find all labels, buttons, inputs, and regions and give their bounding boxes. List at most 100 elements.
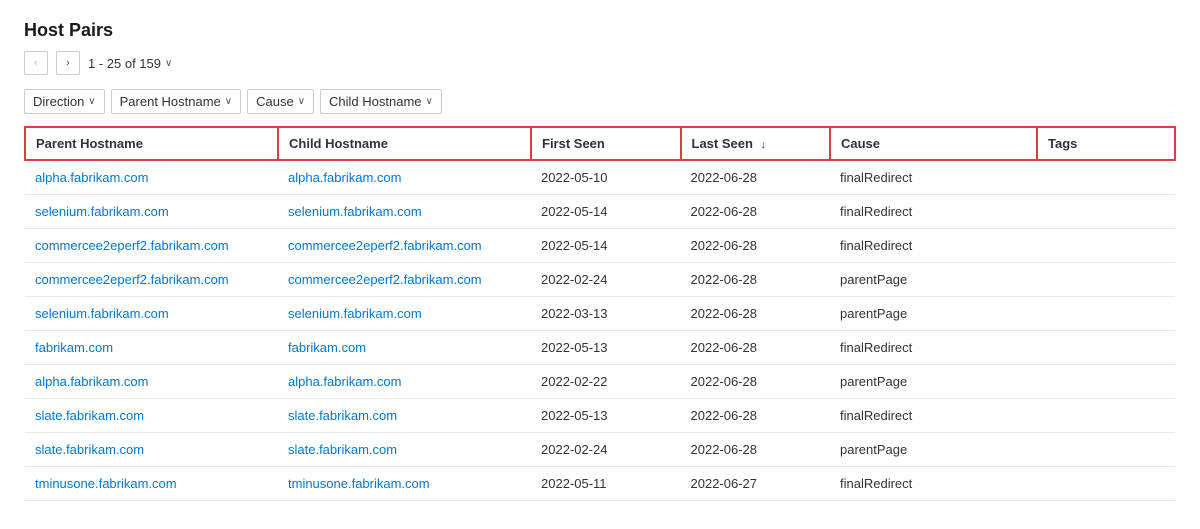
cell-parent-hostname-link[interactable]: commercee2eperf2.fabrikam.com bbox=[35, 272, 229, 287]
cell-parent-hostname[interactable]: slate.fabrikam.com bbox=[25, 399, 278, 433]
table-row: selenium.fabrikam.com selenium.fabrikam.c… bbox=[25, 195, 1175, 229]
cell-last-seen: 2022-06-28 bbox=[681, 195, 831, 229]
filter-parent-hostname-button[interactable]: Parent Hostname ∨ bbox=[111, 89, 242, 114]
cell-parent-hostname-link[interactable]: alpha.fabrikam.com bbox=[35, 170, 148, 185]
cell-parent-hostname-link[interactable]: tminusone.fabrikam.com bbox=[35, 476, 177, 491]
cell-child-hostname-link[interactable]: commercee2eperf2.fabrikam.com bbox=[288, 272, 482, 287]
cell-cause: finalRedirect bbox=[830, 399, 1037, 433]
cell-first-seen: 2022-05-14 bbox=[531, 229, 681, 263]
pagination-chevron-icon: ∨ bbox=[165, 58, 172, 69]
cell-parent-hostname[interactable]: commercee2eperf2.fabrikam.com bbox=[25, 263, 278, 297]
cell-parent-hostname-link[interactable]: selenium.fabrikam.com bbox=[35, 204, 169, 219]
cell-child-hostname-link[interactable]: commercee2eperf2.fabrikam.com bbox=[288, 238, 482, 253]
col-header-last-seen[interactable]: Last Seen ↓ bbox=[681, 127, 831, 160]
cell-parent-hostname[interactable]: selenium.fabrikam.com bbox=[25, 297, 278, 331]
col-header-first-seen-label: First Seen bbox=[542, 136, 605, 151]
table-row: commercee2eperf2.fabrikam.com commercee2e… bbox=[25, 229, 1175, 263]
table-row: selenium.fabrikam.com selenium.fabrikam.c… bbox=[25, 297, 1175, 331]
cell-tags bbox=[1037, 195, 1175, 229]
cell-child-hostname[interactable]: slate.fabrikam.com bbox=[278, 399, 531, 433]
cell-parent-hostname[interactable]: slate.fabrikam.com bbox=[25, 433, 278, 467]
cell-tags bbox=[1037, 433, 1175, 467]
cell-child-hostname[interactable]: selenium.fabrikam.com bbox=[278, 195, 531, 229]
cell-child-hostname[interactable]: alpha.fabrikam.com bbox=[278, 160, 531, 195]
cell-parent-hostname-link[interactable]: alpha.fabrikam.com bbox=[35, 374, 148, 389]
cell-child-hostname[interactable]: alpha.fabrikam.com bbox=[278, 365, 531, 399]
cell-child-hostname-link[interactable]: selenium.fabrikam.com bbox=[288, 306, 422, 321]
cell-first-seen: 2022-03-13 bbox=[531, 297, 681, 331]
cell-parent-hostname[interactable]: alpha.fabrikam.com bbox=[25, 160, 278, 195]
cell-child-hostname-link[interactable]: tminusone.fabrikam.com bbox=[288, 476, 430, 491]
cell-parent-hostname[interactable]: commercee2eperf2.fabrikam.com bbox=[25, 229, 278, 263]
cell-cause: parentPage bbox=[830, 433, 1037, 467]
col-header-tags[interactable]: Tags bbox=[1037, 127, 1175, 160]
filter-cause-button[interactable]: Cause ∨ bbox=[247, 89, 314, 114]
col-header-parent-hostname-label: Parent Hostname bbox=[36, 136, 143, 151]
cell-cause: parentPage bbox=[830, 297, 1037, 331]
cell-cause: finalRedirect bbox=[830, 160, 1037, 195]
cell-child-hostname[interactable]: commercee2eperf2.fabrikam.com bbox=[278, 229, 531, 263]
cell-tags bbox=[1037, 263, 1175, 297]
cell-parent-hostname[interactable]: tminusone.fabrikam.com bbox=[25, 467, 278, 501]
cell-tags bbox=[1037, 297, 1175, 331]
cell-first-seen: 2022-02-22 bbox=[531, 365, 681, 399]
pagination-prev-button[interactable]: ‹ bbox=[24, 51, 48, 75]
table-row: slate.fabrikam.com slate.fabrikam.com 2022… bbox=[25, 399, 1175, 433]
col-header-tags-label: Tags bbox=[1048, 136, 1077, 151]
cell-child-hostname-link[interactable]: selenium.fabrikam.com bbox=[288, 204, 422, 219]
table-row: alpha.fabrikam.com alpha.fabrikam.com 2022… bbox=[25, 160, 1175, 195]
cell-child-hostname-link[interactable]: alpha.fabrikam.com bbox=[288, 374, 401, 389]
col-header-cause[interactable]: Cause bbox=[830, 127, 1037, 160]
cell-child-hostname[interactable]: tminusone.fabrikam.com bbox=[278, 467, 531, 501]
filter-cause-label: Cause bbox=[256, 94, 294, 109]
col-header-parent-hostname[interactable]: Parent Hostname bbox=[25, 127, 278, 160]
col-header-child-hostname-label: Child Hostname bbox=[289, 136, 388, 151]
pagination-next-button[interactable]: › bbox=[56, 51, 80, 75]
cell-parent-hostname-link[interactable]: fabrikam.com bbox=[35, 340, 113, 355]
filter-parent-hostname-chevron-icon: ∨ bbox=[225, 96, 232, 107]
cell-last-seen: 2022-06-28 bbox=[681, 365, 831, 399]
cell-cause: finalRedirect bbox=[830, 467, 1037, 501]
table-row: alpha.fabrikam.com alpha.fabrikam.com 2022… bbox=[25, 365, 1175, 399]
col-header-first-seen[interactable]: First Seen bbox=[531, 127, 681, 160]
table-row: slate.fabrikam.com slate.fabrikam.com 2022… bbox=[25, 433, 1175, 467]
filter-child-hostname-label: Child Hostname bbox=[329, 94, 422, 109]
cell-child-hostname-link[interactable]: fabrikam.com bbox=[288, 340, 366, 355]
cell-parent-hostname-link[interactable]: slate.fabrikam.com bbox=[35, 408, 144, 423]
cell-first-seen: 2022-05-13 bbox=[531, 399, 681, 433]
col-header-child-hostname[interactable]: Child Hostname bbox=[278, 127, 531, 160]
cell-last-seen: 2022-06-28 bbox=[681, 399, 831, 433]
pagination-info[interactable]: 1 - 25 of 159 ∨ bbox=[88, 56, 172, 71]
cell-parent-hostname[interactable]: fabrikam.com bbox=[25, 331, 278, 365]
cell-cause: parentPage bbox=[830, 365, 1037, 399]
cell-parent-hostname[interactable]: selenium.fabrikam.com bbox=[25, 195, 278, 229]
cell-parent-hostname[interactable]: alpha.fabrikam.com bbox=[25, 365, 278, 399]
pagination-range: 1 - 25 of 159 bbox=[88, 56, 161, 71]
cell-parent-hostname-link[interactable]: commercee2eperf2.fabrikam.com bbox=[35, 238, 229, 253]
cell-first-seen: 2022-02-24 bbox=[531, 433, 681, 467]
cell-child-hostname[interactable]: commercee2eperf2.fabrikam.com bbox=[278, 263, 531, 297]
filter-direction-button[interactable]: Direction ∨ bbox=[24, 89, 105, 114]
cell-child-hostname-link[interactable]: alpha.fabrikam.com bbox=[288, 170, 401, 185]
cell-child-hostname[interactable]: fabrikam.com bbox=[278, 331, 531, 365]
sort-desc-icon: ↓ bbox=[761, 139, 767, 151]
cell-last-seen: 2022-06-28 bbox=[681, 263, 831, 297]
host-pairs-table: Parent Hostname Child Hostname First See… bbox=[24, 126, 1176, 501]
cell-tags bbox=[1037, 365, 1175, 399]
filter-child-hostname-chevron-icon: ∨ bbox=[426, 96, 433, 107]
filter-cause-chevron-icon: ∨ bbox=[298, 96, 305, 107]
cell-child-hostname-link[interactable]: slate.fabrikam.com bbox=[288, 442, 397, 457]
cell-first-seen: 2022-05-13 bbox=[531, 331, 681, 365]
cell-child-hostname[interactable]: slate.fabrikam.com bbox=[278, 433, 531, 467]
cell-first-seen: 2022-05-10 bbox=[531, 160, 681, 195]
filter-child-hostname-button[interactable]: Child Hostname ∨ bbox=[320, 89, 442, 114]
cell-child-hostname-link[interactable]: slate.fabrikam.com bbox=[288, 408, 397, 423]
cell-parent-hostname-link[interactable]: slate.fabrikam.com bbox=[35, 442, 144, 457]
cell-tags bbox=[1037, 331, 1175, 365]
table-body: alpha.fabrikam.com alpha.fabrikam.com 2022… bbox=[25, 160, 1175, 501]
cell-tags bbox=[1037, 399, 1175, 433]
cell-child-hostname[interactable]: selenium.fabrikam.com bbox=[278, 297, 531, 331]
cell-parent-hostname-link[interactable]: selenium.fabrikam.com bbox=[35, 306, 169, 321]
cell-first-seen: 2022-05-14 bbox=[531, 195, 681, 229]
col-header-last-seen-label: Last Seen bbox=[692, 136, 753, 151]
